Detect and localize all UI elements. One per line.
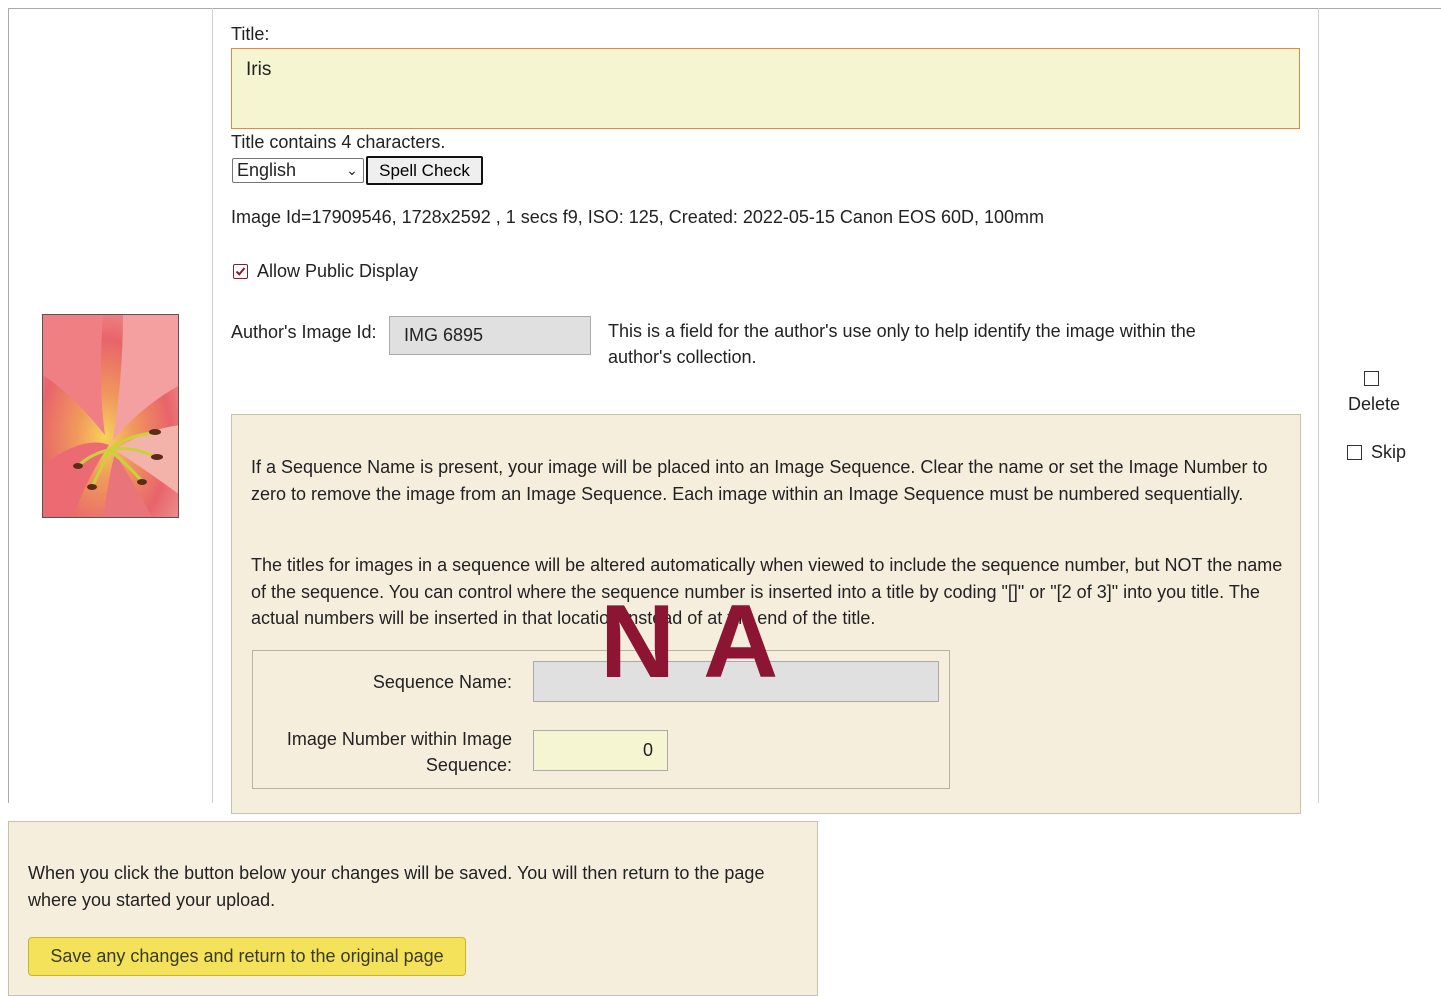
sequence-info-paragraph: If a Sequence Name is present, your imag…: [251, 457, 1268, 504]
author-image-id-label: Author's Image Id:: [231, 322, 377, 342]
checkmark-icon: [235, 267, 246, 276]
na-overlay-stamp: NA: [600, 584, 807, 700]
chevron-down-icon: ⌄: [346, 162, 358, 178]
title-label: Title:: [231, 24, 270, 44]
spell-check-button[interactable]: Spell Check: [366, 156, 483, 185]
language-selected-value: English: [237, 160, 297, 180]
column-divider: [212, 8, 213, 803]
image-number-field[interactable]: 0: [533, 730, 668, 771]
author-image-id-field[interactable]: IMG 6895: [389, 316, 591, 355]
sequence-name-label: Sequence Name:: [372, 672, 512, 692]
allow-public-checkbox[interactable]: [233, 264, 248, 279]
skip-checkbox[interactable]: [1347, 445, 1362, 460]
delete-label: Delete: [1348, 394, 1401, 414]
skip-label: Skip: [1371, 442, 1407, 462]
save-and-return-button[interactable]: Save any changes and return to the origi…: [28, 937, 466, 976]
language-select[interactable]: English ⌄: [232, 158, 364, 183]
allow-public-label: Allow Public Display: [257, 261, 419, 281]
column-divider: [1318, 8, 1319, 803]
delete-checkbox[interactable]: [1364, 371, 1379, 386]
image-thumbnail: [42, 314, 179, 518]
title-input[interactable]: Iris: [231, 48, 1300, 129]
skip-row[interactable]: Skip: [1347, 442, 1406, 463]
title-char-count: Title contains 4 characters.: [231, 132, 446, 152]
image-number-label: Image Number within Image Sequence:: [286, 729, 512, 775]
author-image-id-help: This is a field for the author's use onl…: [608, 321, 1196, 367]
image-metadata: Image Id=17909546, 1728x2592 , 1 secs f9…: [231, 207, 1045, 227]
save-panel-text: When you click the button below your cha…: [28, 863, 765, 910]
allow-public-display-row[interactable]: Allow Public Display: [233, 261, 418, 282]
